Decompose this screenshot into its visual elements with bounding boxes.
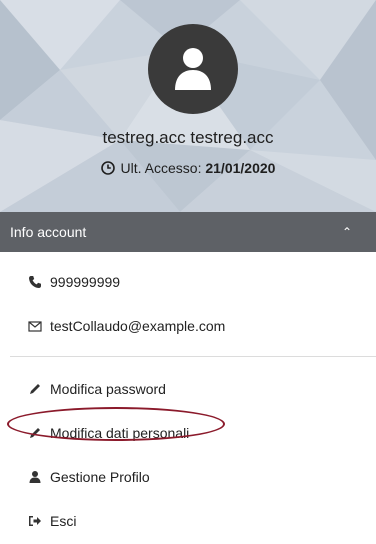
user-icon: [29, 471, 41, 483]
email-row: testCollaudo@example.com: [0, 304, 376, 348]
phone-row: 999999999: [0, 260, 376, 304]
email-address: testCollaudo@example.com: [50, 318, 226, 334]
last-access-label: Ult. Accesso:: [120, 160, 202, 176]
chevron-up-icon: ⌃: [341, 225, 352, 239]
edit-password-link[interactable]: Modifica password: [0, 367, 376, 411]
edit-password-label: Modifica password: [50, 381, 166, 397]
pencil-icon: [30, 428, 40, 438]
envelope-icon: [28, 321, 42, 332]
last-access-date: 21/01/2020: [205, 160, 276, 176]
phone-icon: [29, 276, 41, 288]
profile-header: testreg.acc testreg.acc Ult. Accesso: 21…: [0, 0, 376, 212]
profile-management-label: Gestione Profilo: [50, 469, 150, 485]
user-name: testreg.acc testreg.acc: [102, 128, 274, 147]
profile-management-link[interactable]: Gestione Profilo: [0, 455, 376, 499]
info-account-toggle[interactable]: Info account ⌃: [0, 212, 376, 252]
info-account-title: Info account: [10, 224, 87, 240]
logout-link[interactable]: Esci: [0, 499, 376, 543]
divider: [10, 356, 376, 357]
logout-label: Esci: [50, 513, 77, 529]
last-access: Ult. Accesso: 21/01/2020: [0, 160, 376, 176]
phone-number: 999999999: [50, 274, 121, 290]
pencil-icon: [30, 384, 40, 394]
edit-personal-data-label: Modifica dati personali: [50, 425, 190, 441]
avatar: [148, 24, 238, 114]
user-icon: [175, 48, 211, 90]
clock-icon: [100, 161, 115, 175]
sign-out-icon: [29, 516, 41, 526]
edit-personal-data-link[interactable]: Modifica dati personali: [0, 411, 376, 455]
